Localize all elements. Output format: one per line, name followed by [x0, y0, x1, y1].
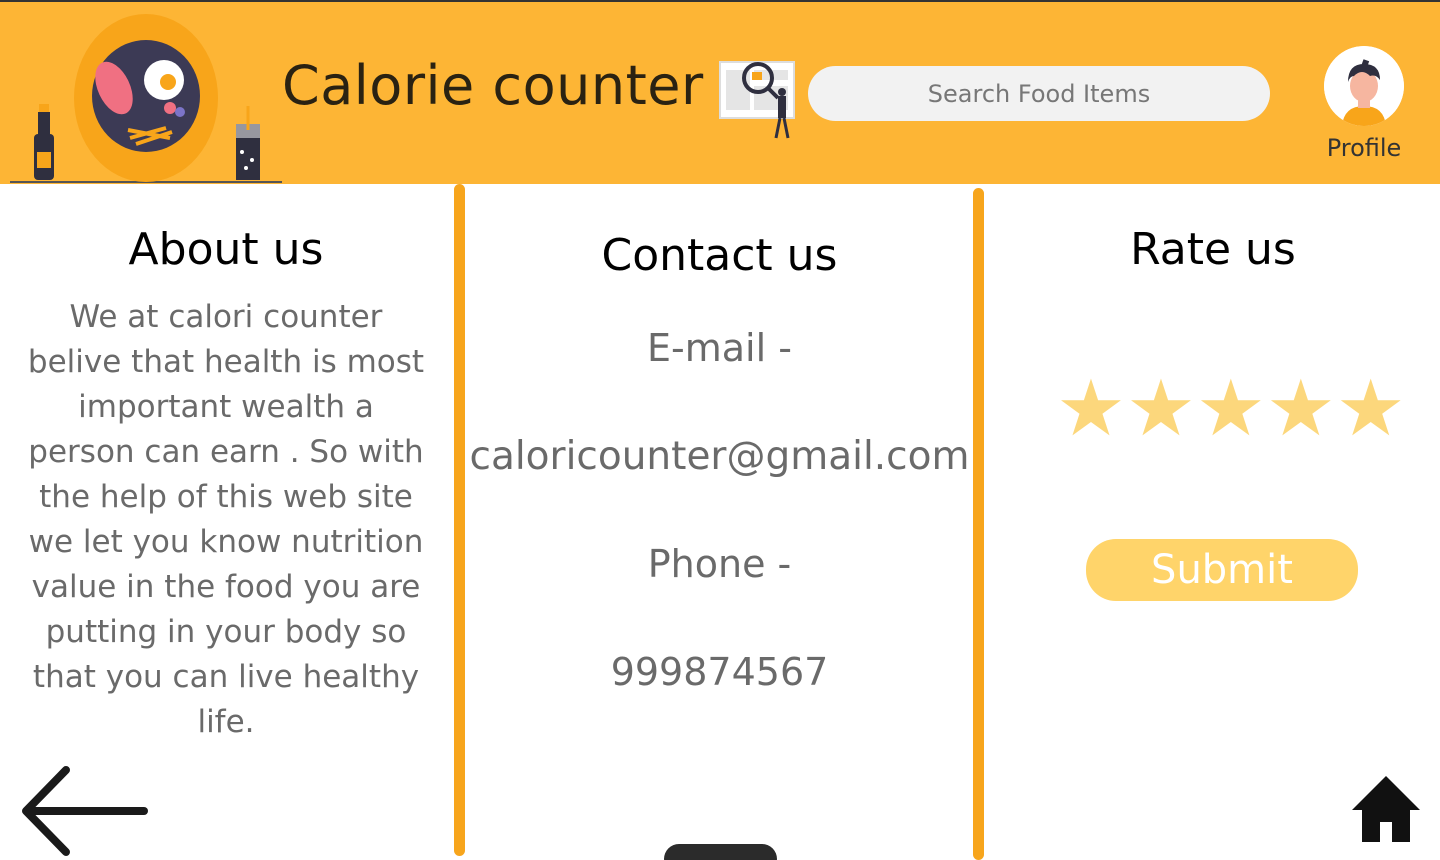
profile-avatar-icon[interactable] — [1324, 46, 1404, 126]
search-illustration-icon — [718, 58, 800, 142]
rate-section: Rate us ★ ★ ★ ★ ★ Submit — [986, 184, 1440, 856]
app-title: Calorie counter — [282, 54, 704, 117]
profile-label: Profile — [1326, 134, 1402, 162]
food-plate-logo-icon — [10, 12, 282, 184]
about-section: About us We at calori counter belive tha… — [0, 184, 452, 745]
star-icon[interactable]: ★ — [1126, 370, 1196, 448]
column-divider — [973, 188, 984, 860]
home-icon[interactable] — [1350, 774, 1422, 844]
star-icon[interactable]: ★ — [1196, 370, 1266, 448]
star-rating[interactable]: ★ ★ ★ ★ ★ — [1056, 370, 1406, 448]
about-heading: About us — [128, 224, 324, 275]
submit-button[interactable]: Submit — [1086, 539, 1358, 601]
contact-heading: Contact us — [601, 230, 838, 281]
star-icon[interactable]: ★ — [1336, 370, 1406, 448]
star-icon[interactable]: ★ — [1266, 370, 1336, 448]
column-divider — [454, 184, 465, 856]
header-bar: Calorie counter Search Food Items Profil… — [0, 0, 1440, 184]
back-arrow-icon[interactable] — [20, 766, 150, 856]
email-label: E-mail - — [647, 326, 792, 370]
about-text: We at calori counter belive that health … — [27, 299, 425, 740]
email-value[interactable]: caloricounter@gmail.com — [466, 434, 973, 479]
profile-button[interactable]: Profile — [1318, 46, 1410, 162]
star-icon[interactable]: ★ — [1056, 370, 1126, 448]
rate-heading: Rate us — [1130, 224, 1296, 275]
phone-value[interactable]: 999874567 — [466, 650, 973, 694]
phone-label: Phone - — [647, 542, 792, 586]
search-input[interactable] — [808, 66, 1270, 121]
page-indicator — [664, 844, 777, 860]
contact-section: Contact us E-mail - caloricounter@gmail.… — [466, 184, 973, 856]
